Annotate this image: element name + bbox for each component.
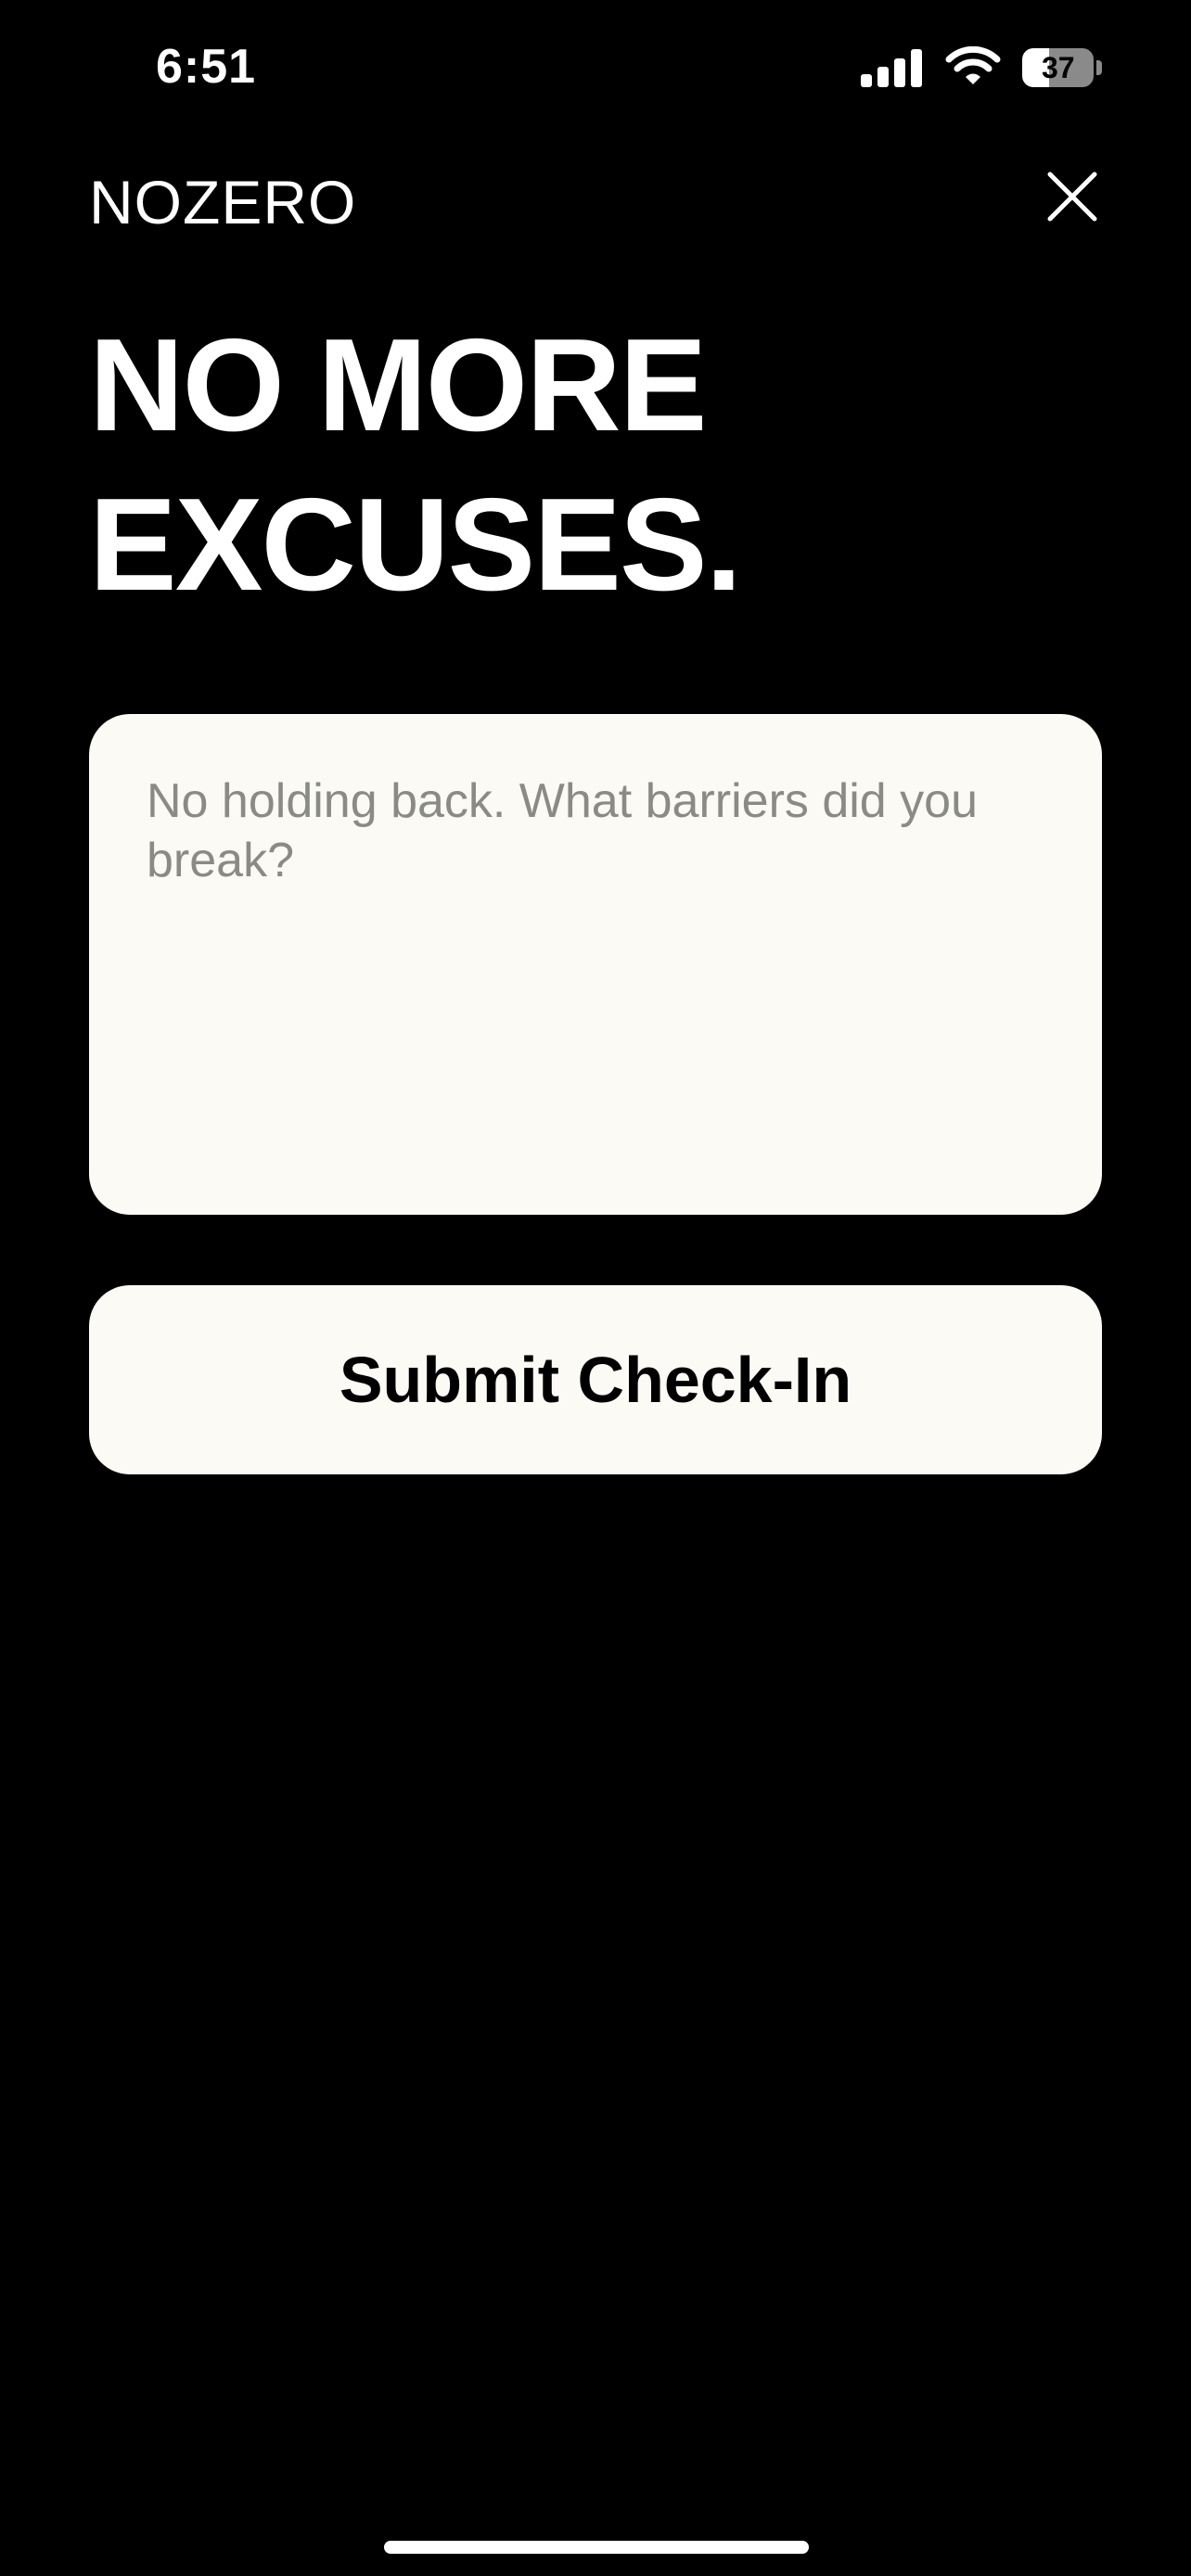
submit-check-in-button[interactable]: Submit Check-In bbox=[89, 1285, 1102, 1474]
close-icon bbox=[1047, 172, 1097, 222]
status-icons: 37 bbox=[861, 46, 1102, 89]
cellular-signal-icon bbox=[861, 49, 922, 87]
battery-percent: 37 bbox=[1041, 50, 1075, 84]
close-button[interactable] bbox=[1043, 167, 1102, 226]
battery-icon: 37 bbox=[1022, 48, 1102, 87]
page-headline: NO MORE EXCUSES. bbox=[89, 306, 742, 625]
status-time: 6:51 bbox=[156, 40, 257, 94]
home-indicator bbox=[384, 2541, 809, 2554]
check-in-textarea[interactable] bbox=[89, 714, 1102, 1215]
headline-line-2: EXCUSES. bbox=[89, 471, 742, 618]
headline-line-1: NO MORE bbox=[89, 312, 707, 459]
brand-title: NOZERO bbox=[89, 168, 357, 236]
wifi-icon bbox=[945, 46, 1001, 84]
